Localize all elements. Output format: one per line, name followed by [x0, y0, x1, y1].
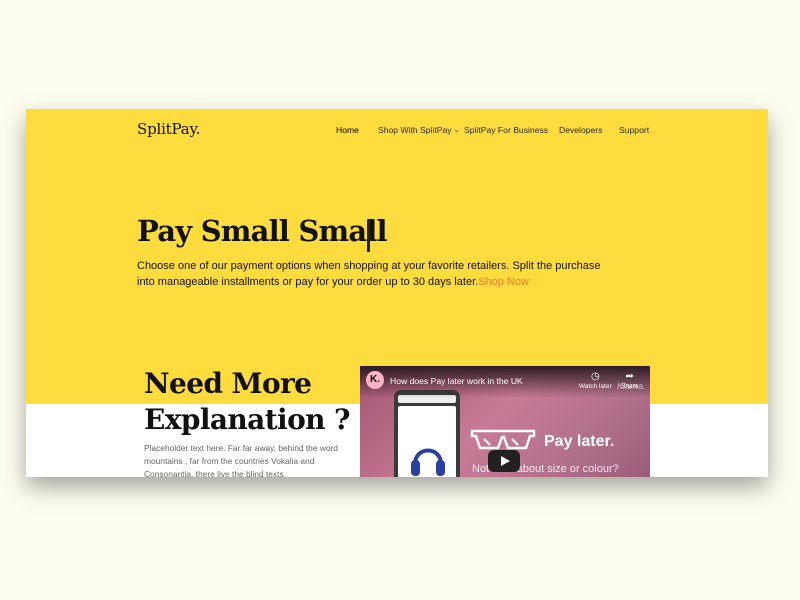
nav-shop-with-splitpay[interactable]: Shop With SplitPay ⌄ [378, 125, 459, 135]
hero-description: Choose one of our payment options when s… [137, 258, 617, 290]
nav-label: Shop With SplitPay [378, 125, 452, 135]
clock-icon: ◷ [590, 371, 600, 382]
hero-title: Pay Small Small [137, 214, 388, 248]
watch-later-label: Watch later [579, 383, 612, 390]
video-title[interactable]: How does Pay later work in the UK [390, 376, 523, 386]
section-text: Placeholder text here. Far far away, beh… [144, 443, 338, 477]
nav-home[interactable]: Home [336, 125, 359, 135]
main-nav: Home Shop With SplitPay ⌄ SplitPay For Bu… [26, 125, 768, 139]
nav-developers[interactable]: Developers [559, 125, 602, 135]
nav-support[interactable]: Support [619, 125, 649, 135]
video-overlay-title: Pay later. [544, 433, 615, 450]
browser-viewport: SplitPay. Home Shop With SplitPay ⌄ Split… [26, 109, 768, 477]
nav-splitpay-for-business[interactable]: SplitPay For Business [464, 125, 548, 135]
channel-logo[interactable]: K. [366, 371, 384, 389]
headphones-image [411, 448, 445, 476]
typing-cursor [367, 220, 370, 252]
play-button[interactable] [488, 450, 520, 472]
hero-background [26, 109, 768, 404]
share-button[interactable]: ➦ Share [621, 371, 638, 390]
phone-illustration [394, 390, 460, 477]
share-icon: ➦ [625, 371, 634, 382]
video-embed[interactable]: K. How does Pay later work in the UK ◷ W… [360, 366, 650, 477]
phone-screen [398, 406, 456, 477]
shop-now-link[interactable]: Shop Now [478, 276, 529, 288]
section-title: Need More Explanation ? [144, 367, 350, 436]
share-label: Share [621, 383, 639, 390]
chevron-down-icon: ⌄ [453, 127, 460, 134]
watch-later-button[interactable]: ◷ Watch later [579, 371, 612, 390]
play-icon [501, 456, 510, 466]
hero-text: Choose one of our payment options when s… [137, 260, 601, 288]
sunglasses-icon [470, 429, 536, 450]
